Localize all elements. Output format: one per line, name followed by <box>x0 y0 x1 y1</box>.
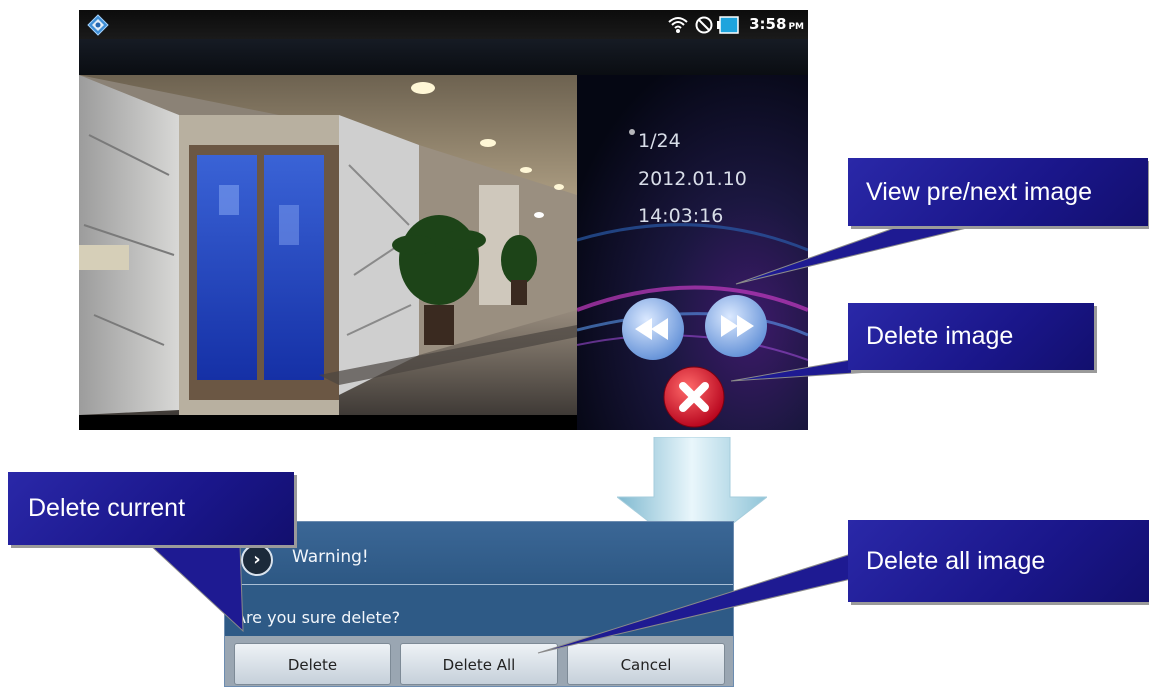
image-time: 14:03:16 <box>638 205 724 227</box>
rewind-icon <box>622 298 684 360</box>
callout-delete-all: Delete all image <box>848 520 1149 602</box>
chevron-right-icon: › <box>241 544 273 576</box>
dialog-button-bar: Delete Delete All Cancel <box>225 636 733 686</box>
image-info-panel: 1/24 2012.01.10 14:03:16 <box>577 75 808 430</box>
toolbar-strip <box>79 39 808 75</box>
wifi-icon <box>668 17 688 33</box>
callout-view-pre-next: View pre/next image <box>848 158 1148 226</box>
device-screen: 3:58 PM 1/24 2012.01.10 14:03:16 <box>79 10 808 430</box>
previous-image-button[interactable] <box>621 297 685 361</box>
delete-all-button[interactable]: Delete All <box>400 643 558 685</box>
app-logo-icon <box>87 14 109 36</box>
next-image-button[interactable] <box>704 294 768 358</box>
callout-delete-current: Delete current <box>8 472 294 545</box>
blocked-icon <box>695 16 713 34</box>
image-date: 2012.01.10 <box>638 168 747 190</box>
image-index: 1/24 <box>638 130 681 152</box>
status-bar: 3:58 PM <box>79 10 808 39</box>
close-icon <box>663 366 725 428</box>
delete-image-button[interactable] <box>662 365 726 429</box>
dialog-header: › Warning! <box>225 522 733 585</box>
fast-forward-icon <box>705 295 767 357</box>
battery-icon <box>717 16 739 34</box>
dialog-title: Warning! <box>292 547 369 567</box>
warning-dialog: › Warning! Are you sure delete? Delete D… <box>224 521 734 687</box>
delete-button[interactable]: Delete <box>234 643 391 685</box>
dialog-message: Are you sure delete? <box>235 608 401 627</box>
current-image[interactable] <box>79 75 577 415</box>
callout-delete-image: Delete image <box>848 303 1094 370</box>
status-clock: 3:58 PM <box>749 15 804 33</box>
cancel-button[interactable]: Cancel <box>567 643 725 685</box>
